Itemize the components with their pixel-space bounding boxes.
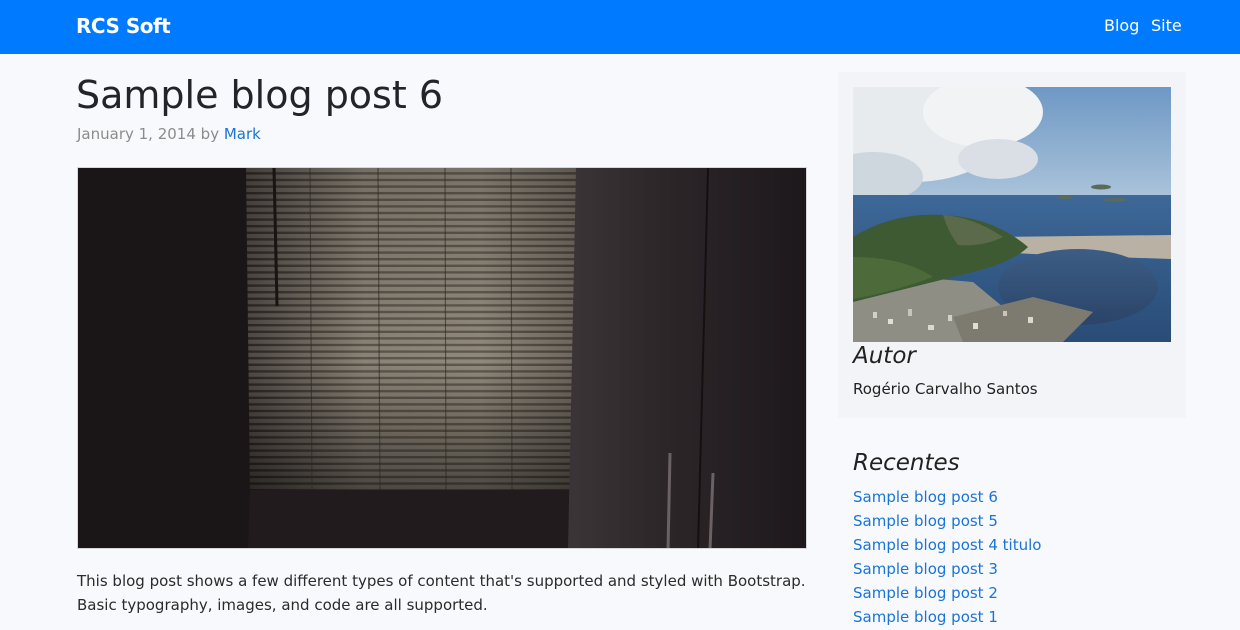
recent-post-link[interactable]: Sample blog post 1 (853, 608, 998, 626)
post-by-label: by (200, 125, 220, 143)
brand-logo-link[interactable]: RCS Soft (76, 14, 171, 38)
post-title: Sample blog post 6 (76, 73, 444, 117)
post-author-link[interactable]: Mark (224, 125, 261, 143)
list-item: Sample blog post 1 (853, 606, 1041, 630)
list-item: Sample blog post 6 (853, 486, 1041, 510)
list-item: Sample blog post 3 (853, 558, 1041, 582)
author-heading: Autor (853, 343, 916, 369)
post-meta: January 1, 2014 by Mark (77, 124, 261, 144)
nav-link-blog[interactable]: Blog (1104, 16, 1139, 35)
author-photo (853, 87, 1171, 342)
recent-post-link[interactable]: Sample blog post 3 (853, 560, 998, 578)
window-blinds-photo (78, 168, 806, 548)
post-featured-image (77, 167, 807, 549)
list-item: Sample blog post 2 (853, 582, 1041, 606)
post-body-text: This blog post shows a few different typ… (77, 572, 806, 614)
recent-post-link[interactable]: Sample blog post 5 (853, 512, 998, 530)
recent-post-link[interactable]: Sample blog post 2 (853, 584, 998, 602)
post-date: January 1, 2014 (77, 125, 196, 143)
recent-posts-heading: Recentes (853, 450, 960, 476)
list-item: Sample blog post 4 titulo (853, 534, 1041, 558)
rio-landscape-image (853, 87, 1171, 342)
recent-post-link[interactable]: Sample blog post 6 (853, 488, 998, 506)
list-item: Sample blog post 5 (853, 510, 1041, 534)
top-navbar: RCS Soft Blog Site (0, 0, 1240, 54)
author-name: Rogério Carvalho Santos (853, 380, 1038, 398)
recent-post-link[interactable]: Sample blog post 4 titulo (853, 536, 1041, 554)
recent-posts-list: Sample blog post 6 Sample blog post 5 Sa… (853, 486, 1041, 630)
nav-link-site[interactable]: Site (1151, 16, 1182, 35)
